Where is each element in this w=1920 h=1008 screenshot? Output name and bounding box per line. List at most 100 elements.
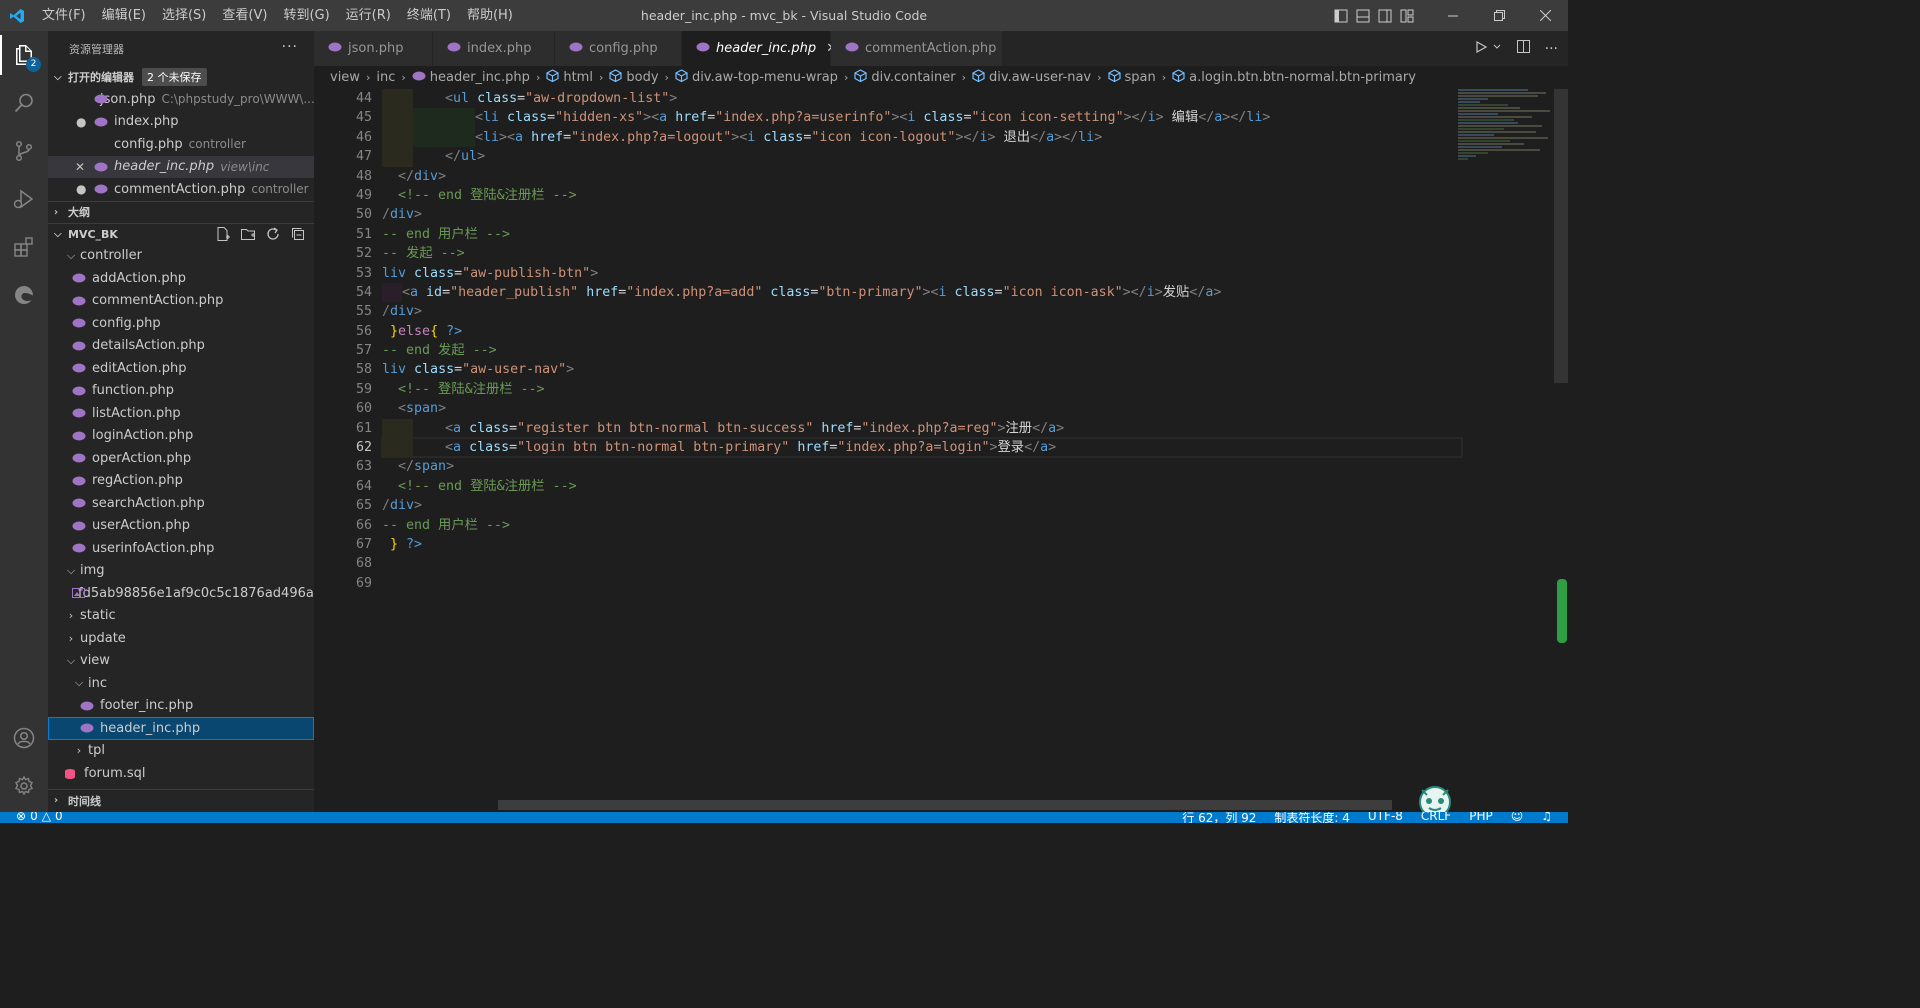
tree-file-item[interactable]: fd5ab98856e1af9c0c5c1876ad496a... xyxy=(48,582,314,605)
outline-section[interactable]: › 大纲 xyxy=(48,200,314,223)
breadcrumb-label: header_inc.php xyxy=(429,70,530,85)
search-activity[interactable] xyxy=(0,79,48,127)
manage-activity[interactable] xyxy=(0,762,48,810)
chevron-down-icon[interactable] xyxy=(1492,41,1502,56)
tree-file-item[interactable]: detailsAction.php xyxy=(48,335,314,358)
warning-count[interactable]: 0 xyxy=(55,812,63,823)
toggle-secondary-sidebar-icon[interactable] xyxy=(1374,0,1396,31)
folder-update[interactable]: › update xyxy=(48,627,314,650)
tab-comment-action[interactable]: commentAction.php xyxy=(831,31,1003,66)
menu-file[interactable]: 文件(F) xyxy=(34,0,94,31)
breadcrumb-symbol[interactable]: html xyxy=(546,69,593,86)
breadcrumb-item[interactable]: inc xyxy=(376,70,395,85)
close-window-icon[interactable] xyxy=(1522,0,1568,31)
folder-view[interactable]: ⌵ view xyxy=(48,650,314,673)
source-control-activity[interactable] xyxy=(0,127,48,175)
run-icon[interactable] xyxy=(1474,40,1488,58)
menu-view[interactable]: 查看(V) xyxy=(214,0,275,31)
edge-tools-activity[interactable] xyxy=(0,271,48,319)
accounts-activity[interactable] xyxy=(0,714,48,762)
open-editor-item[interactable]: json.php C:\phpstudy_pro\WWW\... xyxy=(48,88,314,111)
tree-file-item[interactable]: regAction.php xyxy=(48,470,314,493)
refresh-icon[interactable] xyxy=(265,226,281,242)
tab-json[interactable]: json.php xyxy=(314,31,433,66)
cursor-position[interactable]: 行 62，列 92 xyxy=(1182,812,1256,823)
folder-inc[interactable]: ⌵ inc xyxy=(48,672,314,695)
notifications-icon[interactable]: ♫ xyxy=(1541,812,1552,823)
tree-file-item[interactable]: userinfoAction.php xyxy=(48,537,314,560)
project-section[interactable]: ⌵ MVC_BK xyxy=(48,222,314,245)
tab-config[interactable]: config.php xyxy=(555,31,682,66)
code-lines[interactable]: <ul class="aw-dropdown-list"> <li class=… xyxy=(381,89,1463,593)
breadcrumb-symbol[interactable]: div.container xyxy=(854,69,956,86)
end-of-line[interactable]: CRLF xyxy=(1421,812,1451,823)
code-editor[interactable]: 44 45 46 47 48 49 50 51 52 53 54 55 56 57 58 59 60 61 62 63… xyxy=(314,89,1568,812)
feedback-icon[interactable]: ☺ xyxy=(1511,812,1524,823)
breadcrumb-symbol[interactable]: a.login.btn.btn-normal.btn-primary xyxy=(1172,69,1416,86)
tree-file-item[interactable]: editAction.php xyxy=(48,357,314,380)
more-actions-icon[interactable]: ··· xyxy=(1545,41,1558,57)
tree-file-item[interactable]: searchAction.php xyxy=(48,492,314,515)
more-actions-icon[interactable]: ··· xyxy=(282,39,298,55)
tree-file-item[interactable]: operAction.php xyxy=(48,447,314,470)
encoding[interactable]: UTF-8 xyxy=(1368,812,1403,823)
open-editor-item[interactable]: config.php controller xyxy=(48,133,314,156)
split-editor-icon[interactable] xyxy=(1516,39,1531,58)
minimize-icon[interactable] xyxy=(1430,0,1476,31)
toggle-primary-sidebar-icon[interactable] xyxy=(1330,0,1352,31)
run-debug-activity[interactable] xyxy=(0,175,48,223)
new-folder-icon[interactable] xyxy=(240,226,256,242)
folder-tpl[interactable]: › tpl xyxy=(48,740,314,763)
new-file-icon[interactable] xyxy=(215,226,231,242)
breadcrumb-item[interactable]: view xyxy=(330,70,360,85)
tree-file-item[interactable]: function.php xyxy=(48,380,314,403)
menu-terminal[interactable]: 终端(T) xyxy=(399,0,459,31)
folder-img[interactable]: ⌵ img xyxy=(48,560,314,583)
restore-icon[interactable] xyxy=(1476,0,1522,31)
minimap[interactable] xyxy=(1458,89,1554,209)
timeline-section[interactable]: › 时间线 xyxy=(48,789,314,811)
breadcrumb-symbol[interactable]: div.aw-user-nav xyxy=(972,69,1091,86)
horizontal-scrollbar[interactable] xyxy=(498,800,1392,810)
folder-static[interactable]: › static xyxy=(48,605,314,628)
language-mode[interactable]: PHP xyxy=(1469,812,1493,823)
warning-icon[interactable]: △ xyxy=(42,812,51,823)
error-count[interactable]: 0 xyxy=(30,812,38,823)
open-editor-item[interactable]: ● index.php xyxy=(48,111,314,134)
tree-file-item[interactable]: userAction.php xyxy=(48,515,314,538)
breadcrumb-file[interactable]: header_inc.php xyxy=(412,70,530,85)
breadcrumb-symbol[interactable]: body xyxy=(609,69,659,86)
folder-controller[interactable]: ⌵ controller xyxy=(48,245,314,268)
extensions-activity[interactable] xyxy=(0,223,48,271)
explorer-activity[interactable]: 2 xyxy=(0,31,48,79)
customize-layout-icon[interactable] xyxy=(1396,0,1418,31)
tree-file-item[interactable]: forum.sql xyxy=(48,762,314,785)
close-icon[interactable]: ✕ xyxy=(75,160,85,174)
tree-file-item[interactable]: commentAction.php xyxy=(48,290,314,313)
indentation[interactable]: 制表符长度: 4 xyxy=(1274,812,1350,823)
tree-file-item[interactable]: config.php xyxy=(48,312,314,335)
menu-help[interactable]: 帮助(H) xyxy=(459,0,521,31)
open-editor-item[interactable]: ● commentAction.php controller xyxy=(48,178,314,201)
tab-header-inc[interactable]: header_inc.php ✕ xyxy=(682,31,837,66)
open-editors-section[interactable]: ⌵ 打开的编辑器 2 个未保存 xyxy=(48,66,314,88)
breadcrumb-symbol[interactable]: div.aw-top-menu-wrap xyxy=(675,69,838,86)
breadcrumb-symbol[interactable]: span xyxy=(1107,69,1156,86)
tree-file-item[interactable]: loginAction.php xyxy=(48,425,314,448)
menu-run[interactable]: 运行(R) xyxy=(338,0,399,31)
toggle-panel-icon[interactable] xyxy=(1352,0,1374,31)
tree-file-item[interactable]: listAction.php xyxy=(48,402,314,425)
menu-selection[interactable]: 选择(S) xyxy=(154,0,214,31)
tree-file-item[interactable]: footer_inc.php xyxy=(48,695,314,718)
collapse-all-icon[interactable] xyxy=(290,226,306,242)
scrollbar-thumb[interactable] xyxy=(1554,89,1568,383)
php-icon xyxy=(94,117,108,127)
menu-edit[interactable]: 编辑(E) xyxy=(94,0,154,31)
tree-file-item[interactable]: addAction.php xyxy=(48,267,314,290)
error-icon[interactable]: ⊗ xyxy=(16,812,26,823)
vertical-scrollbar[interactable] xyxy=(1554,89,1568,812)
tab-index[interactable]: index.php xyxy=(433,31,555,66)
menu-go[interactable]: 转到(G) xyxy=(275,0,337,31)
open-editor-item-active[interactable]: ✕ header_inc.php view\inc xyxy=(48,155,314,178)
tree-file-item-selected[interactable]: header_inc.php xyxy=(48,717,314,740)
